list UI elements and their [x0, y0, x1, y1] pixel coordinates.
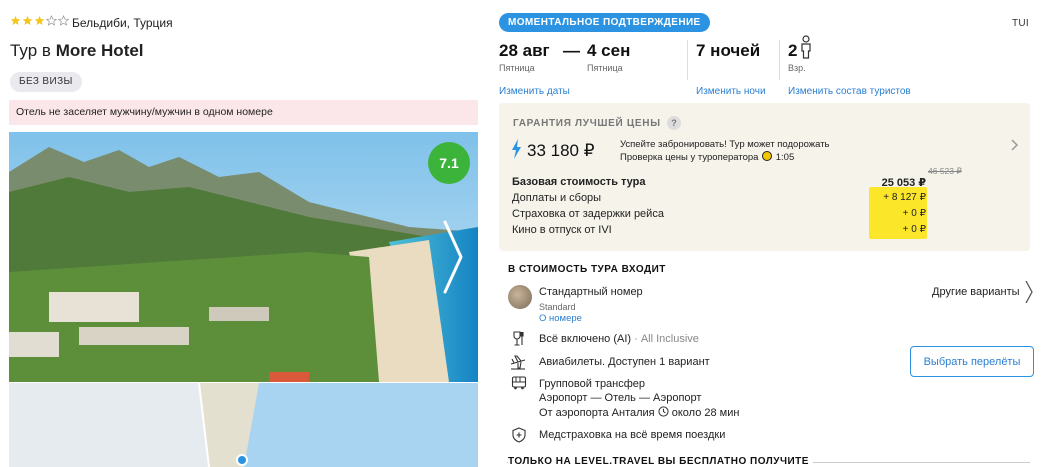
rating-badge: 7.1 [428, 142, 470, 184]
transfer-duration: около 28 мин [671, 407, 740, 419]
room-type: Standard [539, 302, 576, 312]
hurry-line: Успейте забронировать! Тур может подорож… [620, 139, 830, 150]
adults-label: Взр. [788, 63, 806, 73]
flights-info: Авиабилеты. Доступен 1 вариант [539, 356, 710, 368]
room-thumbnail[interactable] [508, 285, 532, 309]
price-row-value: 25 053 ₽ [881, 177, 926, 189]
price-row-value: + 0 ₽ [902, 224, 926, 235]
price-row-value: + 0 ₽ [902, 208, 926, 219]
coast-image [9, 132, 478, 382]
person-icon [801, 35, 811, 59]
divider [687, 40, 688, 80]
star-rating [10, 15, 69, 29]
insurance-info: Медстраховка на всё время поездки [539, 429, 726, 441]
day-from: Пятница [499, 63, 535, 73]
total-price: 33 180 ₽ [527, 141, 595, 160]
meal-plan-en: All Inclusive [640, 333, 699, 345]
room-info-link[interactable]: О номере [539, 313, 582, 324]
bus-icon [511, 376, 527, 390]
map-image [9, 383, 478, 467]
star-filled-icon [10, 15, 21, 25]
change-dates-link[interactable]: Изменить даты [499, 86, 570, 97]
select-flights-button[interactable]: Выбрать перелёты [910, 346, 1034, 377]
star-empty-icon [58, 15, 69, 26]
transfer-time: От аэропорта Анталия около 28 мин [539, 406, 739, 419]
price-row-label: Базовая стоимость тура [512, 176, 646, 188]
hotel-title: Тур в More Hotel [10, 41, 144, 61]
transfer-route: Аэропорт — Отель — Аэропорт [539, 392, 702, 404]
transfer-from: От аэропорта Анталия [539, 407, 655, 419]
shield-icon [512, 427, 526, 443]
meal-plan: Всё включено (AI) · All Inclusive [539, 333, 699, 345]
included-title: В СТОИМОСТЬ ТУРА ВХОДИТ [508, 264, 666, 275]
visa-badge: БЕЗ ВИЗЫ [10, 72, 82, 92]
chevron-right-icon[interactable] [437, 212, 467, 302]
lightning-icon [512, 139, 521, 159]
tour-operator: TUI [1012, 18, 1030, 29]
price-check-text: Проверка цены у туроператора [620, 152, 759, 163]
star-filled-icon [22, 15, 33, 25]
price-row-label: Кино в отпуск от IVI [512, 224, 612, 236]
title-prefix: Тур в [10, 41, 51, 60]
hotel-map[interactable] [9, 383, 478, 467]
price-row-value: + 8 127 ₽ [883, 192, 926, 203]
hurry-message: Успейте забронировать! Тур может подорож… [620, 139, 830, 164]
chevron-right-icon[interactable] [1024, 279, 1034, 305]
clock-icon [658, 406, 669, 417]
clock-icon [762, 151, 773, 161]
instant-confirmation-badge: МОМЕНТАЛЬНОЕ ПОДТВЕРЖДЕНИЕ [499, 13, 710, 32]
wine-glass-icon [513, 331, 524, 346]
airplane-icon [510, 355, 526, 370]
divider [779, 40, 780, 80]
hotel-location: Бельдиби, Турция [72, 16, 173, 30]
adults-count[interactable]: 2 [788, 41, 797, 61]
meal-plan-ru: Всё включено (AI) [539, 333, 632, 345]
other-variants-link[interactable]: Другие варианты [932, 286, 1020, 298]
hotel-name: More Hotel [55, 41, 144, 60]
best-price-guarantee: ГАРАНТИЯ ЛУЧШЕЙ ЦЕНЫ [513, 118, 661, 129]
price-row-label: Страховка от задержки рейса [512, 208, 664, 220]
old-price: 46 523 ₽ [928, 166, 962, 176]
date-dash: — [563, 41, 580, 60]
hotel-photo[interactable] [9, 132, 478, 382]
meal-sep: · [631, 333, 641, 345]
transfer-type: Групповой трансфер [539, 378, 646, 390]
change-nights-link[interactable]: Изменить ночи [696, 86, 766, 97]
bonuses-title: ТОЛЬКО НА LEVEL.TRAVEL ВЫ БЕСПЛАТНО ПОЛУ… [508, 456, 813, 467]
price-row-label: Доплаты и сборы [512, 192, 602, 204]
nights-count[interactable]: 7 ночей [696, 41, 760, 61]
price-check-line: Проверка цены у туроператора 1:05 [620, 151, 830, 164]
room-name: Стандартный номер [539, 286, 643, 298]
star-empty-icon [46, 15, 57, 26]
chevron-right-icon[interactable] [1010, 138, 1020, 152]
accommodation-notice: Отель не заселяет мужчину/мужчин в одном… [9, 100, 478, 125]
price-check-timer: 1:05 [775, 152, 795, 163]
help-icon[interactable]: ? [667, 116, 681, 130]
change-tourists-link[interactable]: Изменить состав туристов [788, 86, 911, 97]
star-filled-icon [34, 15, 45, 25]
day-to: Пятница [587, 63, 623, 73]
date-to[interactable]: 4 сен [587, 41, 630, 61]
date-from[interactable]: 28 авг [499, 41, 550, 61]
